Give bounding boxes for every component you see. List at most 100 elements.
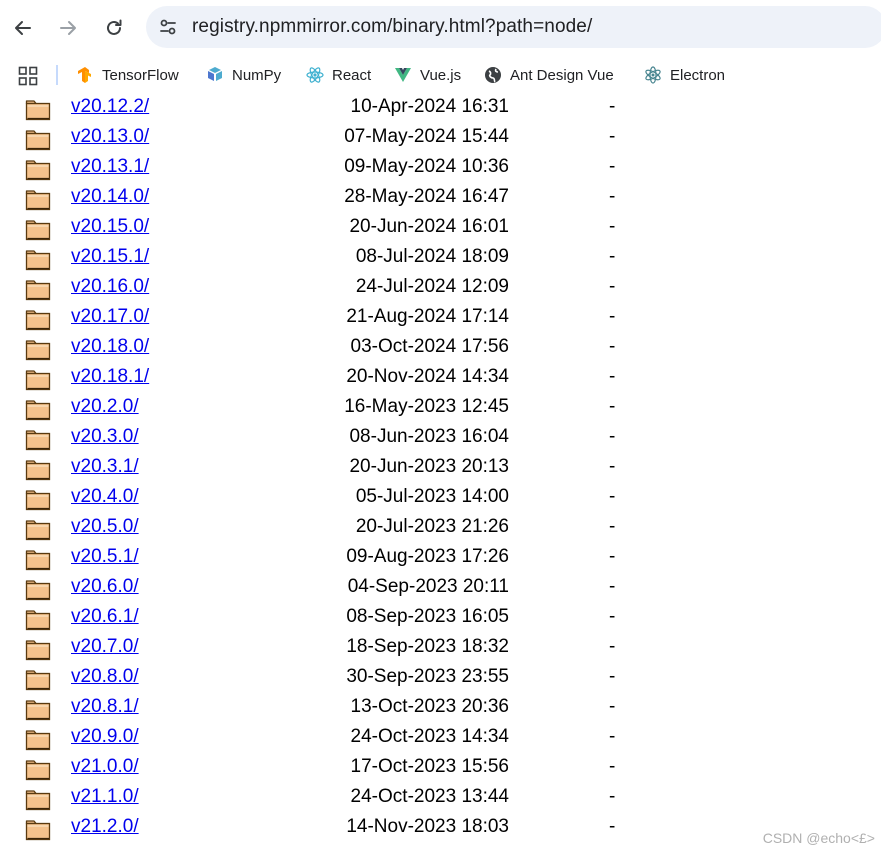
folder-icon [25,280,51,301]
listing-row: v20.16.0/ 24-Jul-2024 12:09 - [0,274,881,304]
folder-link[interactable]: v20.18.1/ [71,366,149,388]
file-size: - [609,156,616,177]
listing-row: v20.17.0/ 21-Aug-2024 17:14 - [0,304,881,334]
bookmark-tensorflow[interactable]: TensorFlow [76,63,179,87]
folder-link[interactable]: v20.3.0/ [71,426,139,448]
file-size: - [609,756,616,777]
file-size: - [609,516,616,537]
folder-link[interactable]: v20.14.0/ [71,186,149,208]
folder-link[interactable]: v20.8.0/ [71,666,139,688]
folder-icon [25,550,51,571]
bookmark-electron[interactable]: Electron [644,63,725,87]
folder-link[interactable]: v20.13.0/ [71,126,149,148]
globe-icon [485,67,501,83]
bookmark-numpy[interactable]: NumPy [206,63,281,87]
bookmark-label: TensorFlow [102,66,179,84]
listing-row: v20.18.1/ 20-Nov-2024 14:34 - [0,364,881,394]
folder-icon [25,670,51,691]
folder-link[interactable]: v20.15.1/ [71,246,149,268]
folder-icon [25,730,51,751]
file-size: - [609,426,616,447]
bookmark-vue[interactable]: Vue.js [394,63,461,87]
folder-link[interactable]: v20.6.1/ [71,606,139,628]
folder-link[interactable]: v20.16.0/ [71,276,149,298]
folder-link[interactable]: v20.4.0/ [71,486,139,508]
file-size: - [609,276,616,297]
electron-icon [645,66,661,84]
listing-row: v20.8.0/ 30-Sep-2023 23:55 - [0,664,881,694]
folder-link[interactable]: v20.17.0/ [71,306,149,328]
folder-icon [25,370,51,391]
listing-row: v20.15.1/ 08-Jul-2024 18:09 - [0,244,881,274]
folder-link[interactable]: v21.2.0/ [71,816,139,838]
folder-link[interactable]: v21.1.0/ [71,786,139,808]
listing-row: v20.7.0/ 18-Sep-2023 18:32 - [0,634,881,664]
listing-row: v20.18.0/ 03-Oct-2024 17:56 - [0,334,881,364]
file-size: - [609,696,616,717]
modified-date: 08-Jul-2024 18:09 [355,246,509,267]
modified-date: 20-Jun-2023 20:13 [349,456,509,477]
bookmark-label: Electron [670,66,726,84]
folder-link[interactable]: v20.7.0/ [71,636,139,658]
listing-row: v20.8.1/ 13-Oct-2023 20:36 - [0,694,881,724]
listing-row: v21.0.0/ 17-Oct-2023 15:56 - [0,754,881,784]
bookmarks-bar: TensorFlow NumPy React Vue.js Ant Design… [0,56,881,94]
file-size: - [609,726,616,747]
file-size: - [609,786,616,807]
modified-date: 21-Aug-2024 17:14 [346,306,509,327]
folder-link[interactable]: v20.5.1/ [71,546,139,568]
file-size: - [609,306,616,327]
folder-link[interactable]: v20.3.1/ [71,456,139,478]
listing-row: v20.4.0/ 05-Jul-2023 14:00 - [0,484,881,514]
folder-icon [25,100,51,121]
modified-date: 17-Oct-2023 15:56 [350,756,509,777]
folder-link[interactable]: v20.2.0/ [71,396,139,418]
folder-icon [25,220,51,241]
modified-date: 14-Nov-2023 18:03 [346,816,509,837]
folder-icon [25,790,51,811]
folder-icon [25,130,51,151]
bookmark-react[interactable]: React [306,63,371,87]
listing-row: v21.2.0/ 14-Nov-2023 18:03 - [0,814,881,844]
modified-date: 09-Aug-2023 17:26 [346,546,509,567]
apps-grid-icon[interactable] [18,66,38,86]
modified-date: 30-Sep-2023 23:55 [346,666,509,687]
reload-button[interactable] [100,10,128,46]
bookmark-label: React [332,66,372,84]
folder-icon [25,700,51,721]
url-text[interactable]: registry.npmmirror.com/binary.html?path=… [192,16,592,38]
file-size: - [609,816,616,837]
listing-row: v20.15.0/ 20-Jun-2024 16:01 - [0,214,881,244]
listing-row: v20.6.1/ 08-Sep-2023 16:05 - [0,604,881,634]
forward-button[interactable] [54,10,82,46]
folder-link[interactable]: v20.15.0/ [71,216,149,238]
modified-date: 28-May-2024 16:47 [344,186,509,207]
file-size: - [609,336,616,357]
address-bar[interactable]: registry.npmmirror.com/binary.html?path=… [146,6,881,48]
listing-row: v20.3.1/ 20-Jun-2023 20:13 - [0,454,881,484]
folder-link[interactable]: v20.12.2/ [71,96,149,118]
folder-icon [25,820,51,841]
file-size: - [609,636,616,657]
folder-link[interactable]: v20.9.0/ [71,726,139,748]
folder-icon [25,460,51,481]
folder-icon [25,310,51,331]
folder-link[interactable]: v20.18.0/ [71,336,149,358]
bookmark-label: Vue.js [420,66,462,84]
listing-row: v20.12.2/ 10-Apr-2024 16:31 - [0,94,881,124]
bookmark-label: NumPy [232,66,282,84]
modified-date: 24-Oct-2023 14:34 [350,726,509,747]
folder-link[interactable]: v21.0.0/ [71,756,139,778]
bookmark-label: Ant Design Vue [510,66,614,84]
listing-row: v20.3.0/ 08-Jun-2023 16:04 - [0,424,881,454]
folder-link[interactable]: v20.13.1/ [71,156,149,178]
bookmark-ant-design-vue[interactable]: Ant Design Vue [484,63,614,87]
folder-link[interactable]: v20.5.0/ [71,516,139,538]
folder-link[interactable]: v20.6.0/ [71,576,139,598]
folder-link[interactable]: v20.8.1/ [71,696,139,718]
site-settings-icon[interactable] [158,17,178,37]
listing-row: v20.14.0/ 28-May-2024 16:47 - [0,184,881,214]
folder-icon [25,760,51,781]
file-size: - [609,366,616,387]
back-button[interactable] [9,10,37,46]
